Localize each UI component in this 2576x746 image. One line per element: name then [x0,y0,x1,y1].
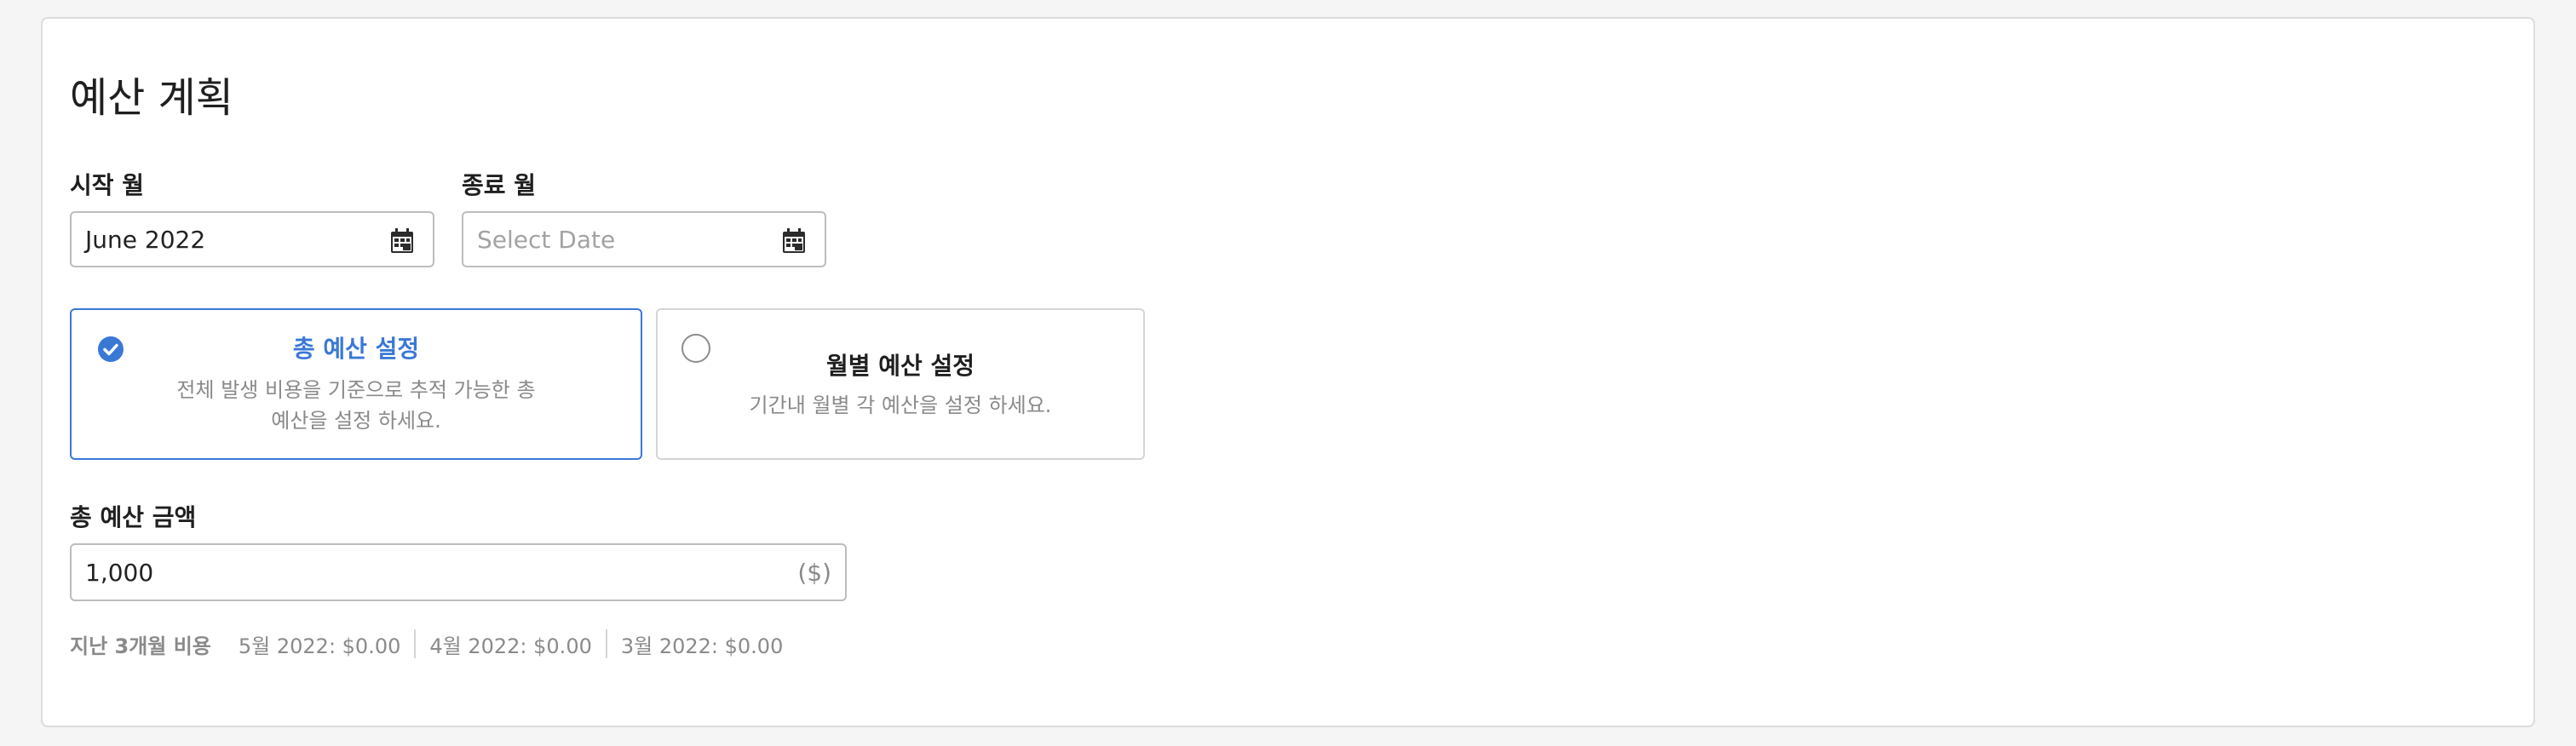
start-month-input[interactable]: June 2022 [70,211,434,267]
total-budget-desc-line2: 예산을 설정 하세요. [271,409,441,433]
end-month-input[interactable]: Select Date [462,211,826,267]
total-budget-title: 총 예산 설정 [292,335,420,363]
end-month-placeholder: Select Date [477,225,616,254]
amount-input[interactable]: 1,000 ($) [70,543,847,601]
past-cost-label: 지난 3개월 비용 [70,634,211,658]
past-cost-item: 4월 2022: $0.00 [429,634,592,658]
past-cost-item: 5월 2022: $0.00 [238,634,401,658]
past-cost-row: 지난 3개월 비용 5월 2022: $0.00 4월 2022: $0.00 … [70,627,796,661]
total-budget-option[interactable]: 총 예산 설정 전체 발생 비용을 기준으로 추적 가능한 총 예산을 설정 하… [70,308,642,460]
calendar-icon[interactable] [390,228,414,254]
amount-label: 총 예산 금액 [70,503,197,531]
page-title: 예산 계획 [70,74,233,122]
calendar-icon[interactable] [782,228,806,254]
start-month-label: 시작 월 [70,171,145,199]
past-cost-item: 3월 2022: $0.00 [620,634,784,658]
end-month-label: 종료 월 [462,171,537,199]
monthly-budget-desc: 기간내 월별 각 예산을 설정 하세요. [749,393,1052,417]
monthly-budget-option[interactable]: 월별 예산 설정 기간내 월별 각 예산을 설정 하세요. [656,308,1145,460]
amount-value: 1,000 [85,559,154,587]
amount-unit: ($) [797,559,831,587]
start-month-value: June 2022 [85,225,206,254]
monthly-budget-title: 월별 예산 설정 [825,352,975,380]
total-budget-desc-line1: 전체 발생 비용을 기준으로 추적 가능한 총 [176,378,536,402]
